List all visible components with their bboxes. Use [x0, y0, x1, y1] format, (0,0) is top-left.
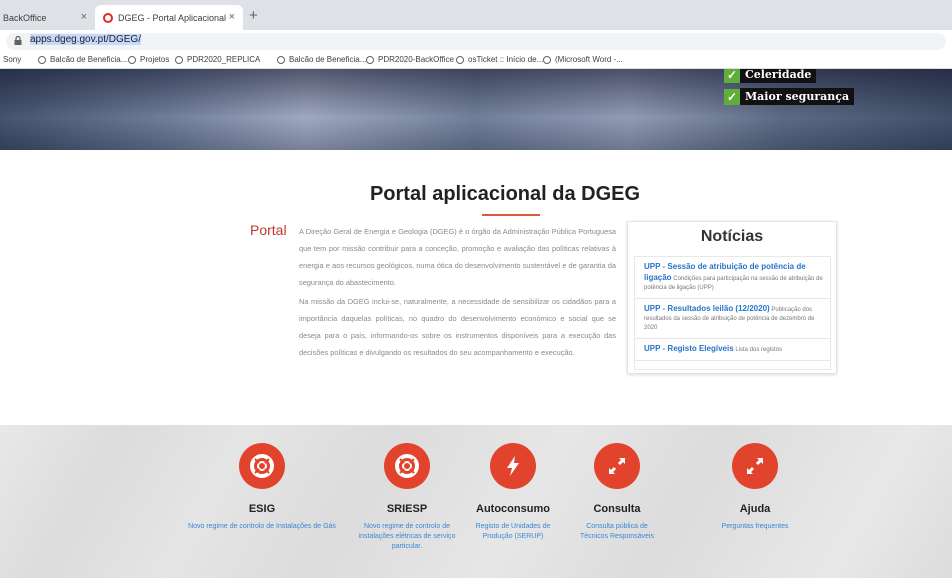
- service-name: ESIG: [248, 503, 276, 515]
- bookmark-label: Projetos: [140, 55, 170, 64]
- bookmark-label: Balcão de Beneficia...: [289, 55, 367, 64]
- bookmarks-bar: Sony Balcão de Beneficia... Projetos PDR…: [0, 52, 952, 69]
- news-panel: Notícias UPP - Sessão de atribuição de p…: [627, 221, 837, 374]
- bookmark-item[interactable]: osTicket :: Início de...: [456, 55, 543, 64]
- feature-check-item: ✓ Celeridade: [724, 69, 817, 83]
- news-headline-link[interactable]: UPP - Resultados leilão (12/2020): [644, 304, 770, 313]
- lifebuoy-icon: [250, 454, 274, 478]
- url-input[interactable]: apps.dgeg.gov.pt/DGEG/: [30, 34, 141, 45]
- close-tab-icon[interactable]: ×: [229, 11, 235, 23]
- bookmark-item[interactable]: Projetos: [128, 55, 169, 64]
- service-description-link[interactable]: Consulta pública de Técnicos Responsávei…: [572, 522, 662, 542]
- url-text: apps.dgeg.gov.pt/DGEG/: [30, 34, 141, 45]
- service-name: Ajuda: [739, 503, 771, 515]
- address-bar: [0, 30, 952, 52]
- tab-label: BackOffice: [3, 12, 47, 23]
- feature-label: Maior segurança: [740, 88, 855, 105]
- bookmark-label: osTicket :: Início de...: [468, 55, 544, 64]
- globe-icon: [277, 55, 285, 64]
- tab-label: DGEG - Portal Aplicacional: [118, 12, 227, 23]
- close-tab-icon[interactable]: ×: [81, 11, 87, 23]
- bookmark-item[interactable]: PDR2020_REPLICA: [175, 55, 260, 64]
- news-title: Notícias: [700, 228, 764, 245]
- expand-arrows-icon: [609, 458, 625, 474]
- service-ajuda-button[interactable]: [732, 443, 778, 489]
- page-title: Portal aplicacional da DGEG: [369, 183, 641, 205]
- lock-icon: [14, 36, 22, 45]
- new-tab-button[interactable]: +: [249, 7, 258, 24]
- tab-dgeg-portal[interactable]: DGEG - Portal Aplicacional ×: [95, 5, 243, 30]
- section-label: Portal: [250, 222, 287, 238]
- checkmark-icon: ✓: [724, 69, 740, 83]
- browser-tab-bar: BackOffice × DGEG - Portal Aplicacional …: [0, 0, 952, 30]
- globe-icon: [38, 55, 46, 64]
- service-consulta-button[interactable]: [594, 443, 640, 489]
- intro-paragraph: A Direção Geral de Energia e Geologia (D…: [299, 227, 616, 287]
- bookmark-label: PDR2020-BackOffice: [378, 55, 454, 64]
- bookmark-item[interactable]: PDR2020-BackOffice: [366, 55, 454, 64]
- hero-banner: ✓ Celeridade ✓ Maior segurança: [0, 69, 952, 150]
- bookmark-label: Balcão de Beneficia...: [50, 55, 128, 64]
- globe-icon: [543, 55, 551, 64]
- news-text: Lista dos registos: [735, 347, 783, 353]
- service-name: Consulta: [593, 503, 641, 515]
- bookmark-item[interactable]: (Microsoft Word -...: [543, 55, 623, 64]
- bookmark-item[interactable]: Balcão de Beneficia...: [277, 55, 366, 64]
- service-description-link[interactable]: Novo regime de controlo de Instalações d…: [187, 522, 337, 532]
- checkmark-icon: ✓: [724, 88, 740, 105]
- bookmark-label: PDR2020_REPLICA: [187, 55, 261, 64]
- bookmark-label: Sony: [3, 55, 22, 64]
- service-description-link[interactable]: Perguntas frequentes: [680, 522, 830, 532]
- tab-backoffice[interactable]: BackOffice ×: [0, 5, 95, 30]
- bookmark-item[interactable]: Balcão de Beneficia...: [38, 55, 127, 64]
- service-autoconsumo-button[interactable]: [490, 443, 536, 489]
- globe-icon: [128, 55, 136, 64]
- expand-arrows-icon: [747, 458, 763, 474]
- service-sriesp-button[interactable]: [384, 443, 430, 489]
- globe-icon: [366, 55, 374, 64]
- news-item[interactable]: UPP - Sessão de atribuição de potência d…: [635, 257, 830, 299]
- mission-paragraph: Na missão da DGEG inclui-se, naturalment…: [299, 297, 616, 357]
- service-esig[interactable]: ESIG Novo regime de controlo de Instalaç…: [187, 443, 337, 532]
- news-list[interactable]: UPP - Sessão de atribuição de potência d…: [634, 256, 831, 370]
- lifebuoy-icon: [395, 454, 419, 478]
- news-item[interactable]: UPP - Resultados leilão (12/2020) Public…: [635, 299, 830, 339]
- bookmark-item[interactable]: Sony: [3, 55, 21, 64]
- site-favicon-icon: [103, 12, 113, 23]
- globe-icon: [175, 55, 183, 64]
- news-headline-link[interactable]: UPP - Registo Elegíveis: [644, 344, 734, 353]
- bookmark-label: (Microsoft Word -...: [555, 55, 623, 64]
- lightning-icon: [507, 456, 519, 476]
- service-ajuda[interactable]: Ajuda Perguntas frequentes: [680, 443, 830, 532]
- feature-check-item: ✓ Maior segurança: [724, 88, 855, 105]
- title-underline: [482, 214, 540, 216]
- service-consulta[interactable]: Consulta Consulta pública de Técnicos Re…: [542, 443, 692, 542]
- globe-icon: [456, 55, 464, 64]
- service-esig-button[interactable]: [239, 443, 285, 489]
- feature-label: Celeridade: [740, 69, 817, 83]
- news-item[interactable]: UPP - Registo Elegíveis Lista dos regist…: [635, 339, 830, 361]
- omnibox[interactable]: [6, 33, 946, 50]
